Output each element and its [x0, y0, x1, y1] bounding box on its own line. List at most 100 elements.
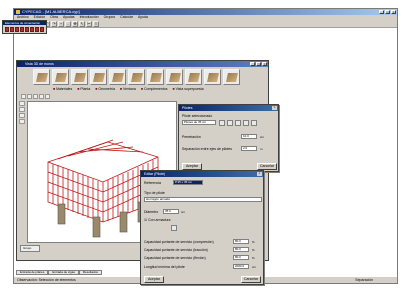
main-toolbar: ▫ ▭ ▪ ▤ ↶ ↷ + - ✥ ↖ ⊢ ≡ — [14, 20, 397, 28]
cap3-unit: % — [252, 256, 255, 260]
wall-icon[interactable] — [25, 27, 29, 32]
pile-option-5-icon[interactable] — [251, 120, 257, 126]
penetracion-unit: cm — [260, 135, 264, 139]
penetracion-label: Penetración — [182, 135, 201, 139]
group-button[interactable]: Grupo — [20, 245, 40, 252]
editar-pilote-dialog: Editar (Pilote) × Referencia P.35 x 35 c… — [140, 170, 264, 285]
tie-beam-icon[interactable] — [15, 27, 19, 32]
editar-ok-button[interactable]: Aceptar — [144, 276, 164, 283]
minimize-button[interactable]: _ — [379, 10, 384, 14]
view-3d-maximize-button[interactable]: □ — [256, 62, 261, 66]
view-preset-9-icon[interactable] — [185, 69, 202, 85]
option-planta[interactable]: Planta — [77, 87, 90, 91]
view-3d-minimize-button[interactable]: _ — [250, 62, 255, 66]
option-vista-superpuesta[interactable]: Vista superpuesta — [173, 87, 204, 91]
editar-dialog-title-text: Editar (Pilote) — [144, 172, 166, 176]
view-3d-close-button[interactable]: × — [262, 62, 267, 66]
app-title: CYPECAD - [M1 ALBERCA.cyp] — [22, 9, 80, 14]
view-preset-6-icon[interactable] — [128, 69, 145, 85]
pilotes-dialog-close-button[interactable]: × — [272, 106, 277, 110]
tipo-pilote-label: Tipo de pilote — [144, 191, 165, 195]
view-preset-2-icon[interactable] — [52, 69, 69, 85]
view-preset-1-icon[interactable] — [33, 69, 50, 85]
pilotes-dialog-title-text: Pilotes — [182, 106, 193, 110]
referencia-input[interactable]: P.35 x 35 cm — [173, 180, 203, 185]
pilotes-cancel-button[interactable]: Cancelar — [257, 163, 277, 170]
referencia-label: Referencia — [144, 181, 161, 185]
status-right: Separación — [355, 278, 373, 282]
left-tool-1-icon[interactable] — [19, 101, 25, 106]
view-tool-1-icon[interactable] — [21, 94, 26, 99]
zoom-in-icon[interactable]: + — [58, 21, 64, 27]
view-preset-11-icon[interactable] — [223, 69, 240, 85]
diametro-label: Diámetro — [144, 210, 159, 214]
tipo-pilote-select[interactable]: Hormigón armado — [144, 197, 262, 202]
left-tool-2-icon[interactable] — [19, 107, 25, 112]
view-preset-7-icon[interactable] — [147, 69, 164, 85]
pile-option-2-icon[interactable] — [227, 120, 233, 126]
view-preset-3-icon[interactable] — [71, 69, 88, 85]
layer-icon[interactable]: ≡ — [93, 21, 99, 27]
select-icon[interactable]: ↖ — [79, 21, 85, 27]
con-armadura-checkbox[interactable]: ☑ Con armadura — [144, 218, 171, 222]
view-3d-title: Vista 3D de muros — [17, 61, 268, 67]
pilotes-dialog: Pilotes × Pilote seleccionado Pilotes de… — [178, 104, 279, 172]
status-text: Observación: Selección de elementos — [17, 278, 76, 282]
separacion-input[interactable]: 2.0 — [241, 146, 257, 151]
option-materiales[interactable]: Materiales — [53, 87, 72, 91]
diametro-input[interactable]: 35.0 — [163, 209, 179, 214]
column-icon[interactable] — [35, 27, 39, 32]
view-preset-4-icon[interactable] — [90, 69, 107, 85]
pile-cap-icon[interactable] — [10, 27, 14, 32]
penetracion-input[interactable]: 10.0 — [241, 134, 257, 139]
pile-option-4-icon[interactable] — [243, 120, 249, 126]
cap1-input[interactable]: 80.0 — [233, 239, 249, 244]
close-button[interactable]: × — [391, 10, 396, 14]
view-preset-5-icon[interactable] — [109, 69, 126, 85]
pile-option-1-icon[interactable] — [219, 120, 225, 126]
view-tool-4-icon[interactable] — [39, 94, 44, 99]
delete-icon[interactable] — [40, 27, 44, 32]
view-preset-10-icon[interactable] — [204, 69, 221, 85]
option-complementos[interactable]: Complementos — [141, 87, 168, 91]
longitud-input[interactable]: 2000.0 — [233, 264, 249, 269]
app-logo-icon — [16, 10, 20, 14]
longitud-unit: cm — [252, 265, 256, 269]
redo-icon[interactable]: ↷ — [51, 21, 57, 27]
footing-icon[interactable] — [5, 27, 9, 32]
foundation-palette: Elementos de cimentación — [2, 20, 47, 34]
view-subtoolbar — [21, 94, 50, 99]
pan-icon[interactable]: ✥ — [72, 21, 78, 27]
pile-option-3-icon[interactable] — [235, 120, 241, 126]
editar-dialog-close-button[interactable]: × — [257, 172, 262, 176]
cap2-label: Capacidad portante de servicio (tracción… — [144, 248, 208, 252]
cap2-input[interactable]: 80.0 — [233, 247, 249, 252]
cap3-input[interactable]: 80.0 — [233, 255, 249, 260]
cap1-unit: % — [252, 240, 255, 244]
separacion-unit: m — [260, 147, 263, 151]
editar-cancel-button[interactable]: Cancelar — [241, 276, 261, 283]
maximize-button[interactable]: □ — [385, 10, 390, 14]
view-3d-controls: _ □ × — [250, 62, 267, 66]
cap1-label: Capacidad portante de servicio (compresi… — [144, 240, 214, 244]
view-options: Materiales Planta Geometría Ventana Comp… — [53, 87, 204, 91]
reinforcement-preview-icon[interactable] — [171, 225, 177, 231]
diametro-unit: cm — [181, 210, 185, 214]
zoom-out-icon[interactable]: - — [65, 21, 71, 27]
view-tool-3-icon[interactable] — [33, 94, 38, 99]
pile-icon[interactable] — [30, 27, 34, 32]
pilote-type-select[interactable]: Pilotes de 35 cm — [182, 120, 216, 125]
editar-dialog-title: Editar (Pilote) × — [141, 171, 263, 177]
left-tool-3-icon[interactable] — [19, 113, 25, 118]
option-geometria[interactable]: Geometría — [95, 87, 115, 91]
cap3-label: Capacidad portante de servicio (flexión) — [144, 256, 206, 260]
con-armadura-label: Con armadura — [148, 218, 171, 222]
pilotes-ok-button[interactable]: Aceptar — [182, 163, 202, 170]
option-ventana[interactable]: Ventana — [120, 87, 136, 91]
view-tool-2-icon[interactable] — [27, 94, 32, 99]
measure-icon[interactable]: ⊢ — [86, 21, 92, 27]
slab-icon[interactable] — [20, 27, 24, 32]
view-tool-5-icon[interactable] — [45, 94, 50, 99]
view-preset-8-icon[interactable] — [166, 69, 183, 85]
left-tool-4-icon[interactable] — [19, 119, 25, 124]
